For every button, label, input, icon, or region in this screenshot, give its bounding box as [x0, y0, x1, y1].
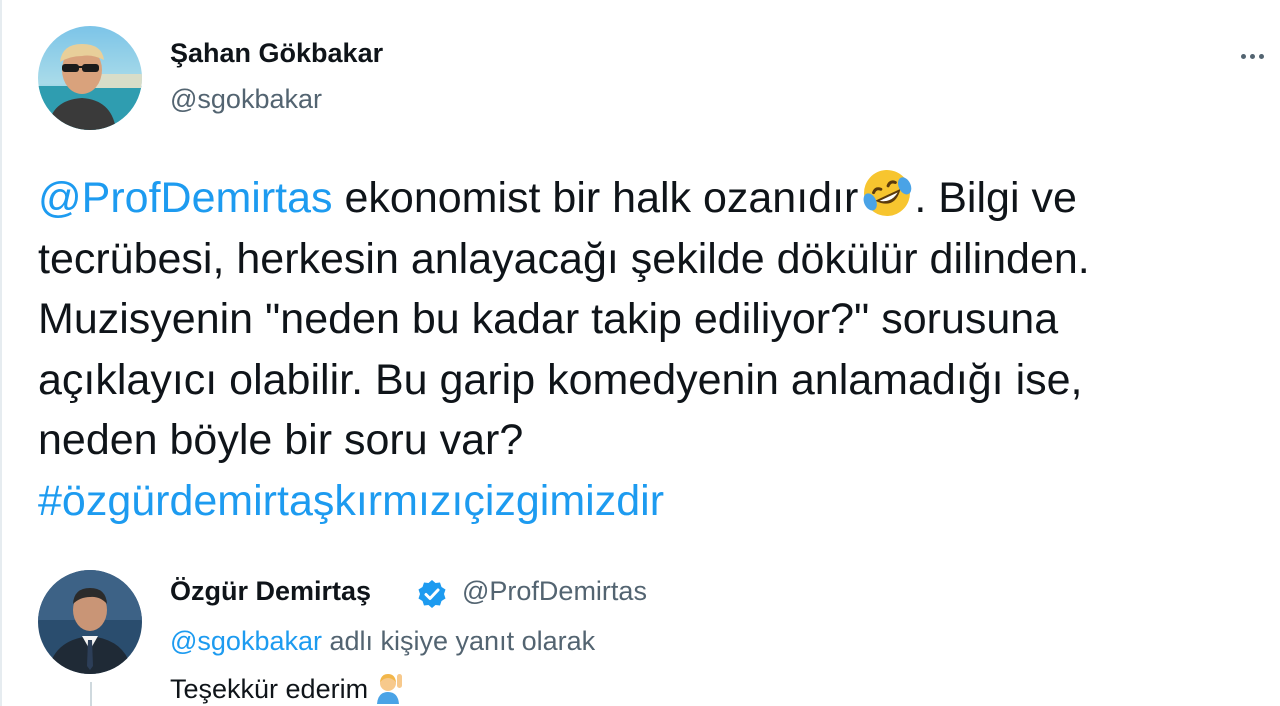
tweet-text: @ProfDemirtas ekonomist bir halk ozanıdı… — [38, 166, 1273, 531]
verified-badge-icon — [418, 580, 446, 608]
author-handle[interactable]: @sgokbakar — [170, 84, 322, 115]
tweet-line-3: Muzisyenin "neden bu kadar takip ediliyo… — [38, 295, 1059, 343]
reply-mention-link[interactable]: @sgokbakar — [170, 626, 322, 656]
tweet-line-4: açıklayıcı olabilir. Bu garip komedyenin… — [38, 355, 1083, 404]
hashtag-link[interactable]: #özgürdemirtaşkırmızıçizgimizdir — [38, 471, 1273, 532]
tweet-text-segment: . Bilgi ve — [914, 174, 1077, 222]
reply-context-text: adlı kişiye yanıt olarak — [321, 626, 596, 656]
more-dots-icon — [1258, 53, 1264, 59]
tweet-screenshot: Şahan Gökbakar @sgokbakar @ProfDemirtas … — [0, 0, 1280, 706]
person-raising-hand-emoji-icon — [377, 674, 403, 704]
quoted-tweet-text: Teşekkür ederim — [170, 672, 404, 705]
quoted-author-display-name[interactable]: Özgür Demirtaş — [170, 576, 371, 607]
author-display-name[interactable]: Şahan Gökbakar — [170, 38, 383, 69]
tweet-line-2: tecrübesi, herkesin anlayacağı şekilde d… — [38, 234, 1090, 283]
replied-tweet[interactable]: Özgür Demirtaş @ProfDemirtas @sgokbakar … — [0, 548, 1280, 706]
more-dots-icon — [1240, 53, 1246, 59]
quoted-author-avatar[interactable] — [38, 570, 142, 674]
reply-context: @sgokbakar adlı kişiye yanıt olarak — [170, 626, 595, 657]
more-options-button[interactable] — [1232, 42, 1272, 70]
thread-connector-line — [90, 682, 92, 706]
quoted-text: Teşekkür ederim — [170, 674, 369, 704]
tweet-text-segment: ekonomist bir halk ozanıdır — [332, 174, 859, 222]
tweet-line-5: neden böyle bir soru var? — [38, 416, 524, 464]
more-dots-icon — [1249, 53, 1255, 59]
tweet-line-1: @ProfDemirtas ekonomist bir halk ozanıdı… — [38, 166, 1273, 229]
rolling-laughing-emoji-icon — [863, 170, 912, 216]
quoted-author-handle[interactable]: @ProfDemirtas — [462, 576, 647, 607]
mention-link[interactable]: @ProfDemirtas — [38, 174, 333, 222]
author-avatar[interactable] — [38, 26, 142, 130]
